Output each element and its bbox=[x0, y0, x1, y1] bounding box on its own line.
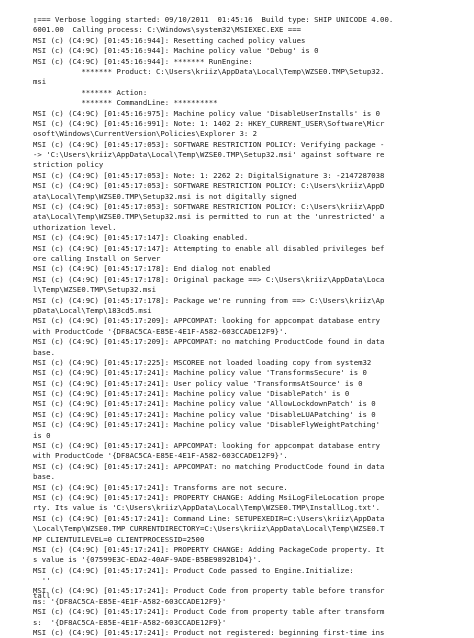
log-line: MSI (c) (C4:9C) [01:45:17:225]: MSCOREE … bbox=[33, 357, 372, 367]
log-line: s value is '{07599E3C-EDA2-40AF-9ADE-B5B… bbox=[33, 555, 262, 565]
log-line: s: '{DF8AC5CA-E85E-4E1F-A582-603CCADE12F… bbox=[33, 617, 227, 627]
log-line: ata\Local\Temp\WZSE0.TMP\Setup32.msi is … bbox=[33, 212, 385, 222]
log-line: uthorization level. bbox=[33, 222, 117, 232]
document-page: ▯=== Verbose logging started: 09/10/2011… bbox=[0, 0, 474, 637]
log-line: ▯=== Verbose logging started: 09/10/2011… bbox=[33, 15, 394, 24]
log-line: MSI (c) (C4:9C) [01:45:17:241]: Machine … bbox=[33, 399, 376, 409]
log-line: MSI (c) (C4:9C) [01:45:17:241]: APPCOMPA… bbox=[33, 441, 381, 451]
log-line: MSI (c) (C4:9C) [01:45:16:944]: ******* … bbox=[33, 56, 253, 66]
log-text-block: ▯=== Verbose logging started: 09/10/2011… bbox=[33, 15, 453, 638]
log-line: MSI (c) (C4:9C) [01:45:16:975]: Machine … bbox=[33, 108, 381, 118]
log-line: ata\Local\Temp\WZSE0.TMP\Setup32.msi is … bbox=[33, 191, 297, 201]
log-line: MSI (c) (C4:9C) [01:45:17:241]: Product … bbox=[33, 565, 354, 575]
log-line: MP CLIENTUILEVEL=0 CLIENTPROCESSID=2500 bbox=[33, 534, 205, 544]
log-line: osoft\Windows\CurrentVersion\Policies\Ex… bbox=[33, 129, 258, 139]
log-line: MSI (c) (C4:9C) [01:45:17:241]: Machine … bbox=[33, 420, 381, 430]
log-line: MSI (c) (C4:9C) [01:45:17:241]: Transfor… bbox=[33, 482, 288, 492]
log-line: MSI (c) (C4:9C) [01:45:17:241]: Machine … bbox=[33, 409, 376, 419]
log-line: pData\Local\Temp\183cd5.msi bbox=[33, 305, 152, 315]
log-line: is 0 bbox=[33, 430, 51, 440]
log-line: ms: '{DF8AC5CA-E85E-4E1F-A582-603CCADE12… bbox=[33, 596, 227, 606]
log-line: MSI (c) (C4:9C) [01:45:17:053]: SOFTWARE… bbox=[33, 139, 385, 149]
log-line: MSI (c) (C4:9C) [01:45:17:241]: Product … bbox=[33, 628, 385, 638]
log-line: MSI (c) (C4:9C) [01:45:17:147]: Attempti… bbox=[33, 243, 385, 253]
log-line: MSI (c) (C4:9C) [01:45:17:241]: User pol… bbox=[33, 378, 363, 388]
log-line: MSI (c) (C4:9C) [01:45:17:241]: Product … bbox=[33, 586, 385, 596]
log-line: l\Temp\WZSE0.TMP\Setup32.msi bbox=[33, 285, 157, 295]
log-line: ore calling Install on Server bbox=[33, 253, 161, 263]
log-line: MSI (c) (C4:9C) [01:45:17:147]: Cloaking… bbox=[33, 233, 249, 243]
log-line: MSI (c) (C4:9C) [01:45:17:178]: Original… bbox=[33, 274, 385, 284]
log-line: MSI (c) (C4:9C) [01:45:17:241]: PROPERTY… bbox=[33, 492, 385, 502]
log-line: MSI (c) (C4:9C) [01:45:17:053]: SOFTWARE… bbox=[33, 202, 385, 212]
log-line: MSI (c) (C4:9C) [01:45:17:241]: APPCOMPA… bbox=[33, 461, 385, 471]
log-line: MSI (c) (C4:9C) [01:45:17:053]: Note: 1:… bbox=[33, 170, 385, 180]
log-line: MSI (c) (C4:9C) [01:45:17:178]: Package … bbox=[33, 295, 385, 305]
log-line: MSI (c) (C4:9C) [01:45:17:209]: APPCOMPA… bbox=[33, 337, 385, 347]
log-line: MSI (c) (C4:9C) [01:45:16:944]: Resettin… bbox=[33, 35, 306, 45]
log-line: MSI (c) (C4:9C) [01:45:17:241]: PROPERTY… bbox=[33, 544, 385, 554]
log-line: MSI (c) (C4:9C) [01:45:16:944]: Machine … bbox=[33, 46, 319, 56]
log-line: MSI (c) (C4:9C) [01:45:17:209]: APPCOMPA… bbox=[33, 316, 381, 326]
log-line: with ProductCode '{DF8AC5CA-E85E-4E1F-A5… bbox=[33, 326, 288, 336]
log-line: ******* CommandLine: ********** bbox=[33, 98, 218, 108]
log-line: with ProductCode '{DF8AC5CA-E85E-4E1F-A5… bbox=[33, 451, 288, 461]
log-line: base. bbox=[33, 472, 55, 482]
log-line: striction policy bbox=[33, 160, 104, 170]
log-line: msi bbox=[33, 77, 47, 87]
log-line: 6001.00 Calling process: C:\Windows\syst… bbox=[33, 25, 301, 35]
log-line: MSI (c) (C4:9C) [01:45:17:241]: Command … bbox=[33, 513, 385, 523]
log-line: '' bbox=[33, 576, 51, 586]
log-line: MSI (c) (C4:9C) [01:45:16:991]: Note: 1:… bbox=[33, 118, 385, 128]
log-line: MSI (c) (C4:9C) [01:45:17:241]: Machine … bbox=[33, 389, 350, 399]
log-line: MSI (c) (C4:9C) [01:45:17:241]: Product … bbox=[33, 607, 385, 617]
page-footer-text: tall bbox=[33, 591, 51, 600]
log-line: ******* Action: bbox=[33, 87, 148, 97]
log-line: \Local\Temp\WZSE0.TMP CURRENTDIRECTORY=C… bbox=[33, 524, 385, 534]
log-line: ******* Product: C:\Users\kriiz\AppData\… bbox=[33, 66, 385, 76]
log-line: MSI (c) (C4:9C) [01:45:17:053]: SOFTWARE… bbox=[33, 181, 385, 191]
log-line: base. bbox=[33, 347, 55, 357]
log-line: -> 'C:\Users\kriiz\AppData\Local\Temp\WZ… bbox=[33, 150, 385, 160]
log-line: MSI (c) (C4:9C) [01:45:17:241]: Machine … bbox=[33, 368, 367, 378]
log-line: MSI (c) (C4:9C) [01:45:17:178]: End dial… bbox=[33, 264, 271, 274]
log-line: rty. Its value is 'C:\Users\kriiz\AppDat… bbox=[33, 503, 381, 513]
